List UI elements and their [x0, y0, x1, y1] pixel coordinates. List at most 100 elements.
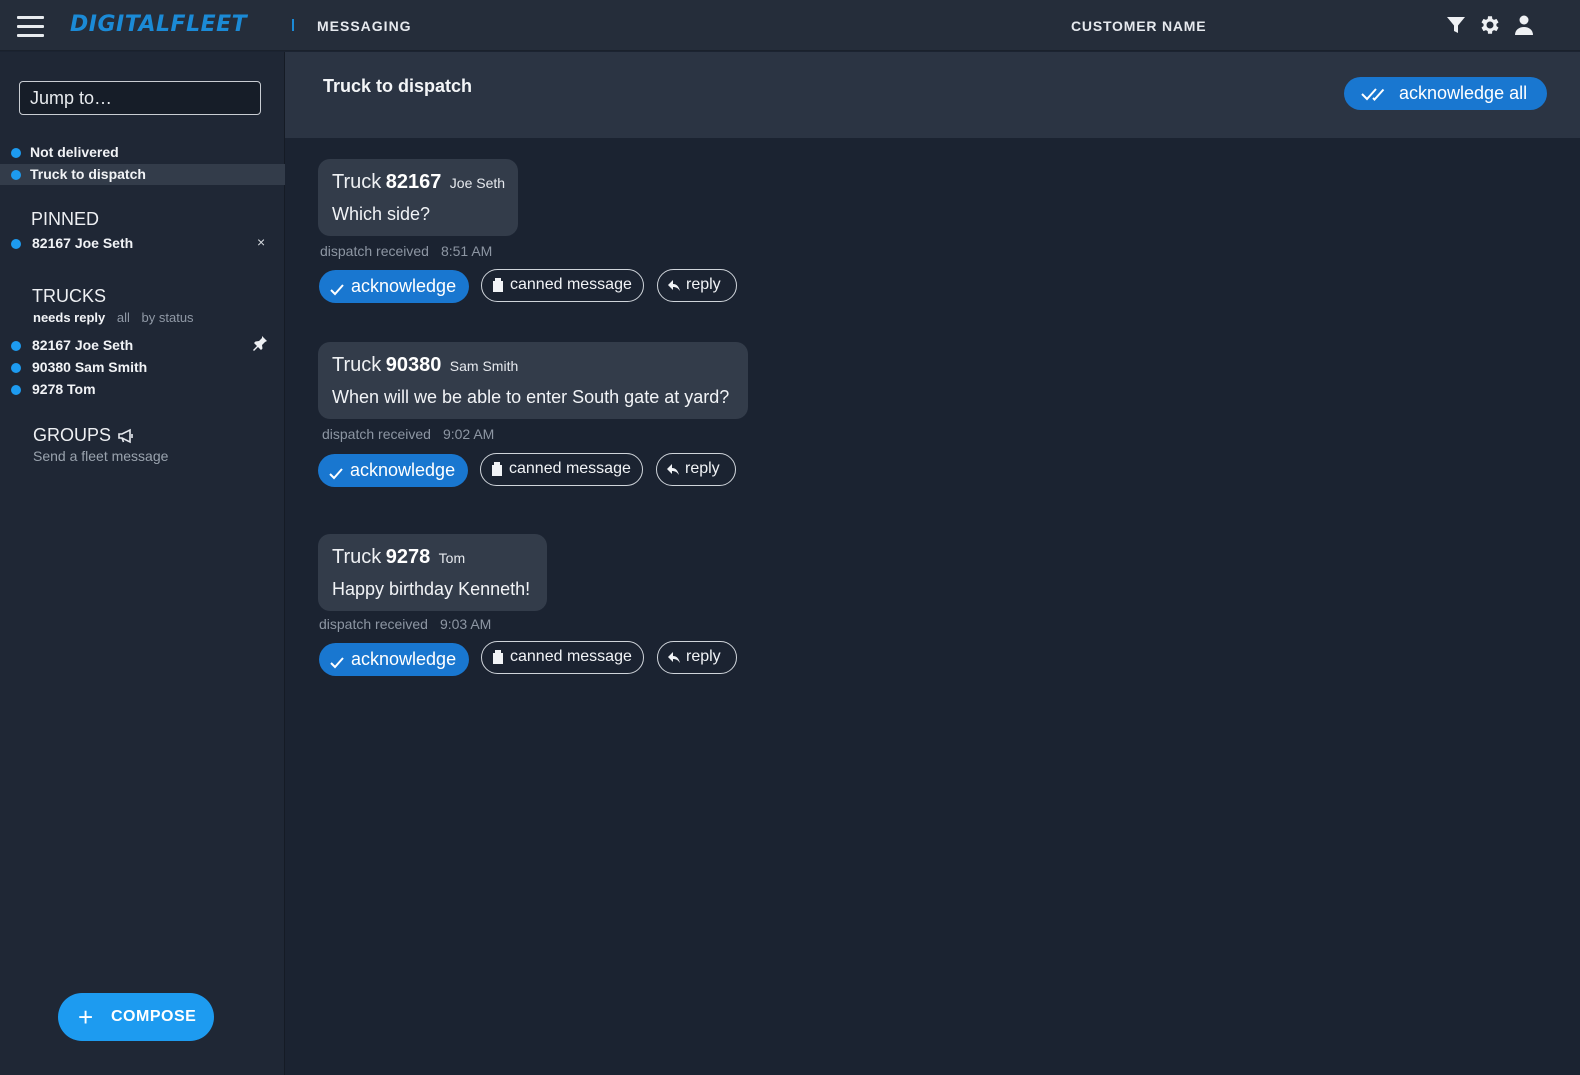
groups-heading: GROUPS [33, 425, 112, 445]
acknowledge-all-label: acknowledge all [1399, 83, 1528, 103]
pinned-heading: PINNED [31, 209, 100, 229]
filter-icon[interactable] [1444, 13, 1468, 37]
pinned-item-label: 82167 Joe Seth [32, 235, 134, 251]
truck-number: 9278 [385, 546, 431, 568]
message-status: dispatch received [319, 616, 428, 632]
canned-message-icon [492, 650, 504, 664]
driver-name: Sam Smith [449, 358, 519, 374]
acknowledge-label: acknowledge [351, 276, 457, 296]
sidebar: Not delivered Truck to dispatch PINNED 8… [0, 52, 285, 1075]
trucks-heading: TRUCKS [32, 286, 107, 306]
canned-message-label: canned message [510, 648, 632, 665]
megaphone-icon [117, 428, 135, 444]
unpin-close-icon[interactable]: × [257, 234, 265, 250]
message-header: Truck 9278 Tom [332, 546, 465, 569]
status-dot [11, 239, 21, 249]
user-icon[interactable] [1512, 13, 1536, 37]
canned-message-label: canned message [509, 460, 631, 477]
reply-label: reply [685, 460, 720, 477]
status-dot [11, 385, 21, 395]
status-dot [11, 341, 21, 351]
page-title: Truck to dispatch [323, 76, 473, 96]
customer-name[interactable]: CUSTOMER NAME [1071, 18, 1206, 34]
truck-number: 90380 [385, 354, 442, 376]
message-meta: dispatch received 8:51 AM [320, 243, 492, 259]
jump-to-input[interactable] [19, 81, 261, 115]
plus-icon: + [78, 1002, 94, 1032]
truck-filters: needs reply all by status [33, 310, 202, 325]
menu-icon[interactable] [17, 16, 44, 37]
folder-label: Not delivered [30, 144, 119, 160]
double-check-icon [1361, 86, 1389, 102]
reply-label: reply [686, 648, 721, 665]
acknowledge-button[interactable]: acknowledge [319, 643, 469, 676]
canned-message-icon [491, 462, 503, 476]
send-fleet-message-link[interactable]: Send a fleet message [33, 448, 168, 464]
reply-label: reply [686, 276, 721, 293]
message-meta: dispatch received 9:02 AM [322, 426, 494, 442]
truck-number: 82167 [385, 171, 442, 193]
folder-not-delivered[interactable]: Not delivered [0, 142, 285, 163]
reply-button[interactable]: reply [656, 453, 736, 486]
status-dot [11, 170, 21, 180]
truck-item-label: 9278 Tom [32, 381, 96, 397]
message-header: Truck 90380 Sam Smith [332, 354, 518, 377]
message-text: Which side? [332, 204, 431, 224]
check-icon [330, 653, 344, 669]
message-time: 8:51 AM [440, 243, 493, 259]
driver-name: Joe Seth [449, 175, 506, 191]
check-icon [329, 464, 343, 480]
gear-icon[interactable] [1478, 13, 1502, 37]
reply-button[interactable]: reply [657, 641, 737, 674]
message-header: Truck 82167 Joe Seth [332, 171, 505, 194]
divider [292, 19, 294, 31]
pin-icon[interactable] [252, 335, 268, 351]
truck-item-label: 90380 Sam Smith [32, 359, 148, 375]
message-text: When will we be able to enter South gate… [332, 387, 730, 407]
message-text: Happy birthday Kenneth! [332, 579, 531, 599]
message-meta: dispatch received 9:03 AM [319, 616, 491, 632]
driver-name: Tom [438, 550, 466, 566]
truck-word: Truck [332, 171, 382, 193]
canned-message-label: canned message [510, 276, 632, 293]
app-name: MESSAGING [317, 18, 412, 34]
message-bubble: Truck 90380 Sam Smith When will we be ab… [318, 342, 748, 419]
top-bar: DIGITALFLEET MESSAGING CUSTOMER NAME [0, 0, 1580, 51]
reply-icon [668, 650, 680, 664]
message-status: dispatch received [322, 426, 431, 442]
folder-truck-to-dispatch[interactable]: Truck to dispatch [0, 164, 285, 185]
message-bubble: Truck 82167 Joe Seth Which side? [318, 159, 518, 236]
truck-item-90380[interactable]: 90380 Sam Smith [0, 357, 285, 378]
reply-button[interactable]: reply [657, 269, 737, 302]
status-dot [11, 148, 21, 158]
reply-icon [667, 462, 679, 476]
truck-item-82167[interactable]: 82167 Joe Seth [0, 335, 285, 356]
canned-message-button[interactable]: canned message [481, 269, 644, 302]
acknowledge-label: acknowledge [351, 649, 457, 669]
reply-icon [668, 278, 680, 292]
filter-needs-reply[interactable]: needs reply [33, 310, 105, 325]
message-bubble: Truck 9278 Tom Happy birthday Kenneth! [318, 534, 547, 611]
truck-item-label: 82167 Joe Seth [32, 337, 134, 353]
truck-item-9278[interactable]: 9278 Tom [0, 379, 285, 400]
truck-word: Truck [332, 354, 382, 376]
filter-by-status[interactable]: by status [142, 310, 194, 325]
logo: DIGITALFLEET [70, 12, 248, 37]
canned-message-button[interactable]: canned message [481, 641, 644, 674]
canned-message-icon [492, 278, 504, 292]
pinned-item-82167[interactable]: 82167 Joe Seth × [0, 233, 285, 254]
message-status: dispatch received [320, 243, 429, 259]
compose-button[interactable]: + COMPOSE [58, 993, 214, 1041]
folder-label: Truck to dispatch [30, 166, 146, 182]
truck-word: Truck [332, 546, 382, 568]
acknowledge-button[interactable]: acknowledge [318, 454, 468, 487]
acknowledge-label: acknowledge [350, 460, 456, 480]
status-dot [11, 363, 21, 373]
filter-all[interactable]: all [117, 310, 130, 325]
acknowledge-all-button[interactable]: acknowledge all [1344, 77, 1547, 110]
acknowledge-button[interactable]: acknowledge [319, 270, 469, 303]
canned-message-button[interactable]: canned message [480, 453, 643, 486]
message-time: 9:03 AM [439, 616, 492, 632]
conversation-header: Truck to dispatch acknowledge all [285, 52, 1580, 138]
compose-label: COMPOSE [111, 1008, 197, 1025]
